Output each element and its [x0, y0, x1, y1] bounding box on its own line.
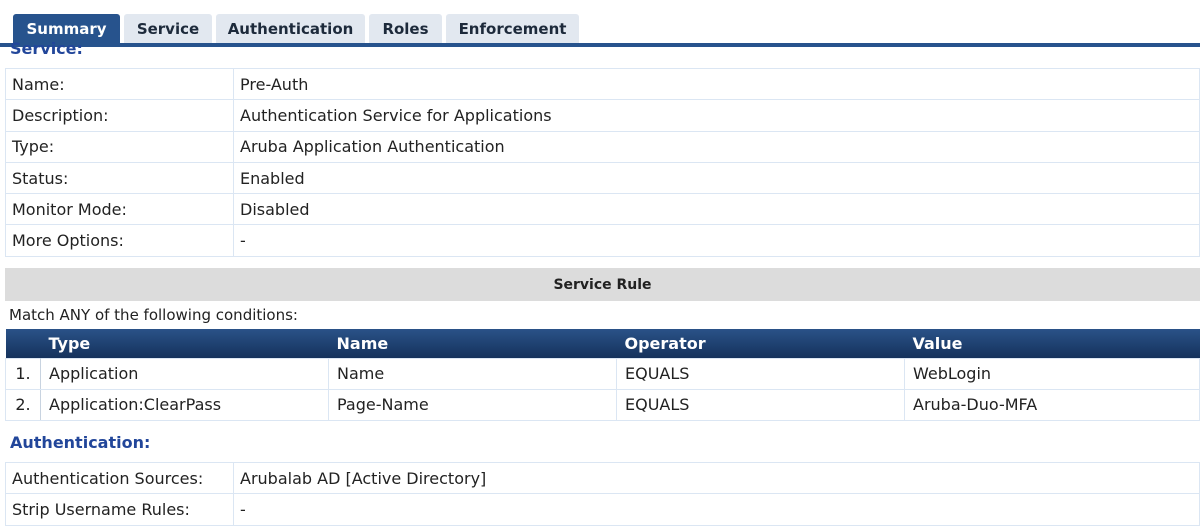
- table-row: 1. Application Name EQUALS WebLogin: [5, 357, 1200, 390]
- tab-authentication[interactable]: Authentication: [216, 14, 365, 44]
- rule-name-cell: Name: [328, 357, 617, 390]
- match-conditions-text: Match ANY of the following conditions:: [9, 306, 298, 324]
- table-row: Strip Username Rules: -: [5, 493, 1200, 526]
- tab-service[interactable]: Service: [124, 14, 212, 44]
- table-row: Status: Enabled: [5, 161, 1200, 195]
- table-row: Type: Aruba Application Authentication: [5, 130, 1200, 163]
- authentication-sources-label: Authentication Sources:: [5, 461, 234, 495]
- operator-column-header: Operator: [616, 329, 905, 358]
- strip-username-rules-label: Strip Username Rules:: [5, 493, 234, 526]
- strip-username-rules-value: -: [233, 493, 1200, 526]
- row-number: 2.: [5, 388, 41, 421]
- rule-type-cell: Application: [40, 357, 329, 390]
- tab-list: Summary Service Authentication Roles Enf…: [13, 14, 583, 44]
- name-label: Name:: [5, 67, 234, 101]
- rule-value-cell: Aruba-Duo-MFA: [904, 388, 1200, 421]
- table-row: Monitor Mode: Disabled: [5, 193, 1200, 226]
- rule-name-cell: Page-Name: [328, 388, 617, 421]
- table-header-row: Type Name Operator Value: [5, 329, 1200, 358]
- description-value: Authentication Service for Applications: [233, 99, 1200, 132]
- table-row: Description: Authentication Service for …: [5, 99, 1200, 132]
- service-rule-header: Service Rule: [5, 268, 1200, 301]
- status-value: Enabled: [233, 161, 1200, 195]
- rule-operator-cell: EQUALS: [616, 388, 905, 421]
- row-number: 1.: [5, 357, 41, 390]
- authentication-section-title: Authentication:: [10, 433, 151, 452]
- tab-roles[interactable]: Roles: [369, 14, 442, 44]
- more-options-label: More Options:: [5, 224, 234, 257]
- name-value: Pre-Auth: [233, 67, 1200, 101]
- more-options-value: -: [233, 224, 1200, 257]
- tab-underline: [0, 43, 1200, 47]
- rule-value-cell: WebLogin: [904, 357, 1200, 390]
- table-row: Authentication Sources: Arubalab AD [Act…: [5, 461, 1200, 495]
- rule-type-cell: Application:ClearPass: [40, 388, 329, 421]
- type-column-header: Type: [40, 329, 329, 358]
- name-column-header: Name: [328, 329, 617, 358]
- type-label: Type:: [5, 130, 234, 163]
- row-number-header: [5, 329, 41, 358]
- monitor-mode-value: Disabled: [233, 193, 1200, 226]
- monitor-mode-label: Monitor Mode:: [5, 193, 234, 226]
- service-summary-table: Name: Pre-Auth Description: Authenticati…: [5, 67, 1200, 257]
- description-label: Description:: [5, 99, 234, 132]
- service-section-title: Service:: [10, 39, 83, 58]
- table-row: 2. Application:ClearPass Page-Name EQUAL…: [5, 388, 1200, 421]
- authentication-summary-table: Authentication Sources: Arubalab AD [Act…: [5, 461, 1200, 526]
- value-column-header: Value: [904, 329, 1200, 358]
- service-rule-table: Type Name Operator Value 1. Application …: [5, 329, 1200, 421]
- type-value: Aruba Application Authentication: [233, 130, 1200, 163]
- tab-enforcement[interactable]: Enforcement: [446, 14, 579, 44]
- status-label: Status:: [5, 161, 234, 195]
- tab-bar: Summary Service Authentication Roles Enf…: [0, 0, 1200, 47]
- rule-operator-cell: EQUALS: [616, 357, 905, 390]
- authentication-sources-value: Arubalab AD [Active Directory]: [233, 461, 1200, 495]
- table-row: Name: Pre-Auth: [5, 67, 1200, 101]
- table-row: More Options: -: [5, 224, 1200, 257]
